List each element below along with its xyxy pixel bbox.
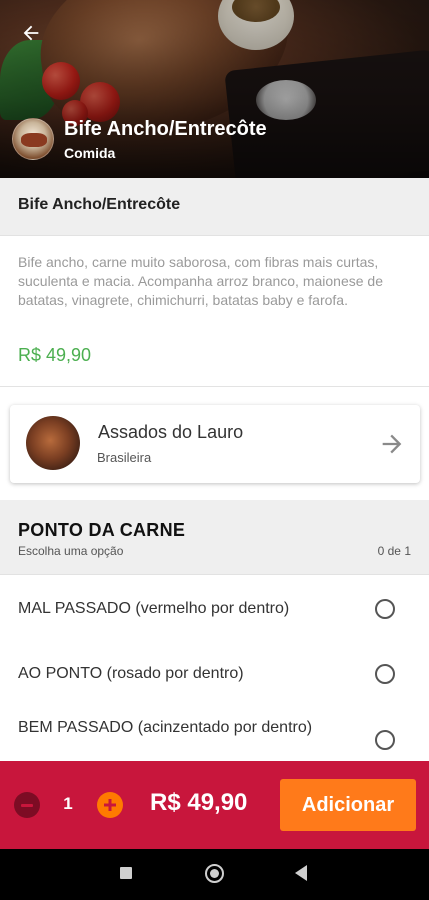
option-group-header: PONTO DA CARNE Escolha uma opção 0 de 1 [0, 500, 429, 575]
store-logo [26, 416, 80, 470]
option-label: MAL PASSADO (vermelho por dentro) [18, 600, 290, 617]
option-bem-passado[interactable]: BEM PASSADO (acinzentado por dentro) [0, 704, 429, 761]
back-triangle-icon[interactable] [295, 865, 307, 881]
store-category: Brasileira [97, 450, 152, 465]
recent-apps-icon[interactable] [120, 867, 132, 879]
option-group-subtitle: Escolha uma opção [18, 544, 124, 558]
arrow-left-icon [23, 25, 39, 41]
minus-icon [21, 803, 33, 807]
product-name-bar: Bife Ancho/Entrecôte [0, 178, 429, 236]
plus-icon [104, 799, 116, 811]
store-name: Assados do Lauro [98, 422, 244, 442]
page-title: Bife Ancho/Entrecôte [64, 118, 267, 140]
product-price: R$ 49,90 [18, 345, 92, 365]
product-name: Bife Ancho/Entrecôte [18, 196, 181, 213]
option-label: AO PONTO (rosado por dentro) [18, 665, 244, 682]
increase-quantity-button[interactable] [97, 792, 123, 818]
store-avatar [12, 118, 54, 160]
add-to-cart-button[interactable]: Adicionar [280, 779, 416, 831]
home-icon[interactable] [205, 864, 224, 883]
page-subtitle: Comida [64, 145, 116, 161]
store-card[interactable]: Assados do Lauro Brasileira [10, 405, 420, 483]
order-total: R$ 49,90 [150, 789, 248, 816]
radio-button[interactable] [375, 664, 395, 684]
quantity-value: 1 [63, 794, 73, 813]
option-ao-ponto[interactable]: AO PONTO (rosado por dentro) [0, 640, 429, 702]
divider [0, 386, 429, 387]
radio-button[interactable] [375, 730, 395, 750]
arrow-right-icon[interactable] [378, 430, 406, 458]
option-mal-passado[interactable]: MAL PASSADO (vermelho por dentro) [0, 576, 429, 638]
back-button[interactable] [14, 16, 48, 50]
option-label: BEM PASSADO (acinzentado por dentro) [18, 719, 313, 736]
system-navigation-bar [0, 849, 429, 900]
option-group-count: 0 de 1 [377, 544, 411, 558]
product-description: Bife ancho, carne muito saborosa, com fi… [18, 254, 383, 308]
radio-button[interactable] [375, 599, 395, 619]
option-group-title: PONTO DA CARNE [18, 520, 186, 540]
decrease-quantity-button[interactable] [14, 792, 40, 818]
